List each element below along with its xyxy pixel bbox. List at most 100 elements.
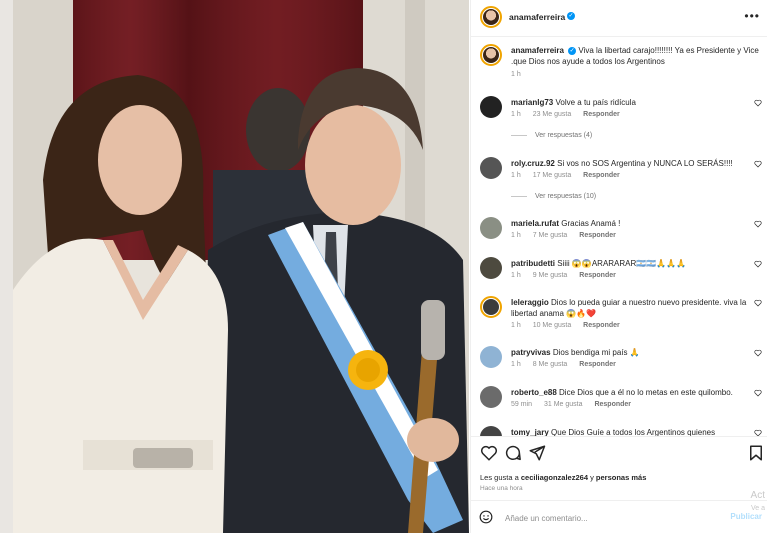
comments-list[interactable]: anamaferreira ✓ Viva la libertad carajo!…: [471, 36, 767, 436]
comment-text: patribudetti Siiii 😱😱ARARARAR🇦🇷🇦🇷🙏🙏🙏: [511, 258, 751, 269]
comment-username[interactable]: roberto_e88: [511, 388, 557, 397]
comment-meta: 1 h 10 Me gusta Responder: [511, 322, 630, 329]
comment-likes[interactable]: 23 Me gusta: [533, 111, 572, 118]
comment-time: 1 h: [511, 272, 521, 279]
like-heart-icon[interactable]: [754, 389, 762, 397]
commenter-avatar[interactable]: [480, 217, 502, 239]
comment-meta: 1 h 17 Me gusta Responder: [511, 172, 630, 179]
view-replies[interactable]: Ver respuestas (4): [511, 132, 592, 139]
activation-watermark: Act: [750, 490, 765, 501]
comment-likes[interactable]: 10 Me gusta: [533, 322, 572, 329]
post-time: Hace una hora: [480, 485, 523, 492]
reply-button[interactable]: Responder: [594, 401, 631, 408]
comment-composer: Publicar: [471, 500, 767, 534]
commenter-avatar[interactable]: [480, 426, 502, 436]
commenter-avatar[interactable]: [480, 346, 502, 368]
comment-text: tomy_jary Que Dios Guíe a todos los Arge…: [511, 427, 751, 436]
comment-time: 1 h: [511, 232, 521, 239]
comment-meta: 1 h 7 Me gusta Responder: [511, 232, 626, 239]
comment-username[interactable]: roly.cruz.92: [511, 159, 555, 168]
author-username[interactable]: anamaferreira: [509, 12, 565, 22]
reply-button[interactable]: Responder: [583, 322, 620, 329]
like-heart-icon[interactable]: [754, 349, 762, 357]
author-avatar[interactable]: [480, 6, 502, 28]
comment-username[interactable]: patribudetti: [511, 259, 555, 268]
comment-body: Que Dios Guíe a todos los Argentinos qui…: [551, 428, 716, 436]
publish-button[interactable]: Publicar: [730, 512, 762, 521]
like-heart-icon[interactable]: [754, 429, 762, 436]
likes-prefix: Les gusta a: [480, 473, 521, 482]
comment-text: roberto_e88 Dice Dios que a él no lo met…: [511, 387, 751, 398]
caption-text: anamaferreira ✓ Viva la libertad carajo!…: [511, 45, 761, 67]
like-heart-icon[interactable]: [754, 160, 762, 168]
comment-meta: 1 h 9 Me gusta Responder: [511, 272, 626, 279]
comment-input[interactable]: [503, 509, 707, 527]
comment-body: Volve a tu país ridícula: [555, 98, 636, 107]
view-replies[interactable]: Ver respuestas (10): [511, 193, 596, 200]
photo-illustration: [13, 0, 469, 533]
commenter-avatar[interactable]: [480, 257, 502, 279]
more-options-icon[interactable]: •••: [744, 9, 760, 23]
comment-likes[interactable]: 9 Me gusta: [533, 272, 568, 279]
reply-button[interactable]: Responder: [579, 232, 616, 239]
like-heart-icon[interactable]: [754, 260, 762, 268]
comment-meta: 59 min 31 Me gusta Responder: [511, 401, 641, 408]
comment-likes[interactable]: 17 Me gusta: [533, 172, 572, 179]
comment-time: 1 h: [511, 172, 521, 179]
caption-verified-icon: ✓: [568, 46, 577, 55]
like-heart-icon[interactable]: [754, 299, 762, 307]
post-actions: Les gusta a ceciliagonzalez264 y persona…: [471, 436, 767, 497]
comment-time: 1 h: [511, 322, 521, 329]
comment-likes[interactable]: 31 Me gusta: [544, 401, 583, 408]
caption-avatar[interactable]: [480, 44, 502, 66]
comment-meta: 1 h 23 Me gusta Responder: [511, 111, 630, 118]
comment-body: Dice Dios que a él no lo metas en este q…: [559, 388, 733, 397]
commenter-avatar[interactable]: [480, 96, 502, 118]
comment-time: 59 min: [511, 401, 533, 408]
comment-username[interactable]: marianlg73: [511, 98, 553, 107]
comment-time: 1 h: [511, 361, 521, 368]
comment-body: Siiii 😱😱ARARARAR🇦🇷🇦🇷🙏🙏🙏: [557, 259, 687, 268]
commenter-avatar[interactable]: [480, 296, 502, 318]
commenter-avatar[interactable]: [480, 386, 502, 408]
likes-user[interactable]: ceciliagonzalez264: [521, 473, 588, 482]
like-heart-icon[interactable]: [754, 99, 762, 107]
comment-icon[interactable]: [504, 444, 522, 462]
comment-likes[interactable]: 7 Me gusta: [533, 232, 568, 239]
comment-likes[interactable]: 8 Me gusta: [533, 361, 568, 368]
left-margin: [0, 0, 13, 533]
verified-badge-icon: ✓: [567, 12, 575, 20]
like-heart-icon[interactable]: [754, 220, 762, 228]
comment-username[interactable]: tomy_jary: [511, 428, 549, 436]
comment-meta: 1 h 8 Me gusta Responder: [511, 361, 626, 368]
post-side-panel: anamaferreira ✓ ••• anamaferreira ✓ Viva…: [470, 0, 767, 533]
reply-button[interactable]: Responder: [579, 272, 616, 279]
post-header: anamaferreira ✓ •••: [471, 0, 767, 37]
post-image: [13, 0, 469, 533]
likes-middle: y: [588, 473, 596, 482]
comment-text: patryvivas Dios bendiga mi país 🙏: [511, 347, 751, 358]
likes-others[interactable]: personas más: [596, 473, 646, 482]
comment-body: Gracias Anamá !: [561, 219, 621, 228]
comment-text: roly.cruz.92 Si vos no SOS Argentina y N…: [511, 158, 751, 169]
like-icon[interactable]: [480, 444, 498, 462]
comment-time: 1 h: [511, 111, 521, 118]
likes-summary: Les gusta a ceciliagonzalez264 y persona…: [480, 473, 646, 482]
comment-body: Dios bendiga mi país 🙏: [552, 348, 640, 357]
activation-watermark-sub: Ve a: [750, 505, 765, 512]
caption-time: 1 h: [511, 71, 521, 78]
comment-username[interactable]: patryvivas: [511, 348, 551, 357]
save-bookmark-icon[interactable]: [747, 444, 765, 462]
caption-username[interactable]: anamaferreira: [511, 46, 564, 55]
emoji-icon[interactable]: [479, 510, 493, 524]
commenter-avatar[interactable]: [480, 157, 502, 179]
reply-button[interactable]: Responder: [579, 361, 616, 368]
comment-text: leleraggio Dios lo pueda guiar a nuestro…: [511, 297, 751, 319]
comment-username[interactable]: leleraggio: [511, 298, 549, 307]
comment-body: Si vos no SOS Argentina y NUNCA LO SERÁS…: [557, 159, 733, 168]
caption-meta: 1 h: [511, 71, 531, 78]
reply-button[interactable]: Responder: [583, 172, 620, 179]
share-icon[interactable]: [528, 444, 546, 462]
reply-button[interactable]: Responder: [583, 111, 620, 118]
comment-username[interactable]: mariela.rufat: [511, 219, 559, 228]
